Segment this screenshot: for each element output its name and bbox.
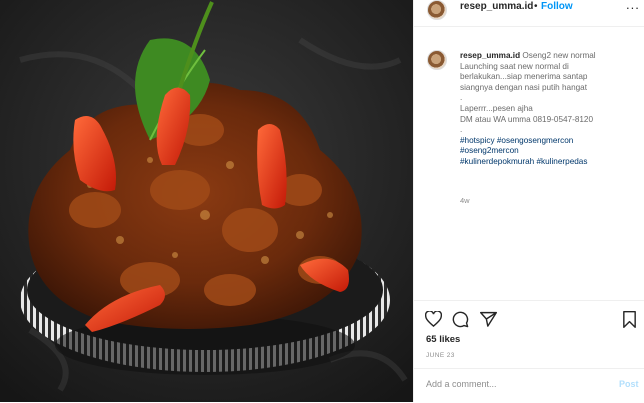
likes-count[interactable]: 65 likes [426,334,460,345]
bookmark-icon[interactable] [622,311,637,333]
hashtag-link[interactable]: #kulinerdepokmurah #kulinerpedas [460,157,640,168]
hashtag-link[interactable]: #hotspicy #osengosengmercon [460,136,640,147]
caption-line: DM atau WA umma 0819-0547-8120 [460,114,594,124]
caption-line: siangnya dengan nasi putih hangat [460,82,588,92]
follow-button[interactable]: Follow [541,1,573,12]
share-icon[interactable] [480,311,497,332]
comment-bar: Post [414,368,644,403]
caption-line: . [460,125,463,135]
heart-icon[interactable] [424,310,443,332]
post-caption: resep_umma.id Oseng2 new normal Launchin… [460,51,640,168]
hashtag-link[interactable]: #oseng2mercon [460,146,640,157]
comment-icon[interactable] [452,311,469,333]
food-image [0,0,413,402]
post-header: resep_umma.id • Follow ... [414,0,644,27]
post-sidebar: resep_umma.id • Follow ... resep_umma.id… [413,0,644,402]
caption-text: Oseng2 new normal [522,51,596,60]
caption-line: Laperrr...pesen ajha [460,103,533,113]
time-ago[interactable]: 4w [460,196,470,205]
post-comment-button[interactable]: Post [619,379,639,389]
separator-dot: • [534,1,538,12]
header-username[interactable]: resep_umma.id [460,1,533,12]
caption-line: berlakukan...siap menerima santap [460,72,588,82]
caption-line: resep_umma.id Oseng2 new normal [460,51,640,62]
more-options-icon[interactable]: ... [626,0,640,12]
caption-avatar[interactable] [427,50,447,70]
caption-line: . [460,93,463,103]
caption-username[interactable]: resep_umma.id [460,51,520,60]
post-photo[interactable] [0,0,413,402]
avatar[interactable] [427,0,447,20]
caption-line: Launching saat new normal di [460,61,569,71]
comment-input[interactable] [426,379,596,389]
post-date: JUNE 23 [426,352,455,359]
